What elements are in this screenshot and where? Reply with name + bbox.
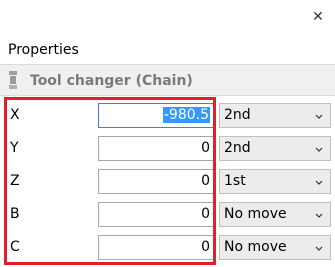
axis-row-z: Z 0 1st: [0, 165, 335, 197]
close-icon: ✕: [312, 9, 324, 25]
axis-row-y: Y 0 2nd: [0, 132, 335, 164]
value-input-x[interactable]: -980.5: [98, 103, 214, 128]
value-input-y[interactable]: 0: [98, 136, 214, 161]
panel-title: Properties: [8, 42, 79, 58]
mode-select-c[interactable]: No move: [219, 235, 331, 260]
axis-label: C: [10, 239, 20, 255]
title-bar: ✕: [0, 0, 335, 38]
axis-label: Z: [10, 173, 20, 189]
chevron-down-icon: [315, 213, 323, 218]
axis-row-x: X -980.5 2nd: [0, 99, 335, 131]
axis-label: Y: [10, 140, 19, 156]
header-label: Tool changer (Chain): [30, 73, 193, 89]
chevron-down-icon: [315, 147, 323, 152]
tool-changer-header: Tool changer (Chain): [0, 64, 335, 96]
selected-value-text: -980.5: [162, 107, 210, 123]
mode-value: 2nd: [224, 140, 251, 156]
axis-label: X: [10, 107, 20, 123]
value-input-c[interactable]: 0: [98, 235, 214, 260]
axis-row-b: B 0 No move: [0, 198, 335, 230]
mode-value: 1st: [224, 173, 246, 189]
chevron-down-icon: [315, 246, 323, 251]
mode-select-x[interactable]: 2nd: [219, 103, 331, 128]
mode-value: 2nd: [224, 107, 251, 123]
mode-value: No move: [224, 239, 287, 255]
mode-select-b[interactable]: No move: [219, 202, 331, 227]
value-input-z[interactable]: 0: [98, 169, 214, 194]
mode-select-y[interactable]: 2nd: [219, 136, 331, 161]
mode-select-z[interactable]: 1st: [219, 169, 331, 194]
axis-label: B: [10, 206, 20, 222]
mode-value: No move: [224, 206, 287, 222]
chevron-down-icon: [315, 114, 323, 119]
value-input-b[interactable]: 0: [98, 202, 214, 227]
close-button[interactable]: ✕: [309, 8, 327, 26]
tool-changer-icon: [9, 71, 17, 89]
chevron-down-icon: [315, 180, 323, 185]
axis-row-c: C 0 No move: [0, 231, 335, 263]
